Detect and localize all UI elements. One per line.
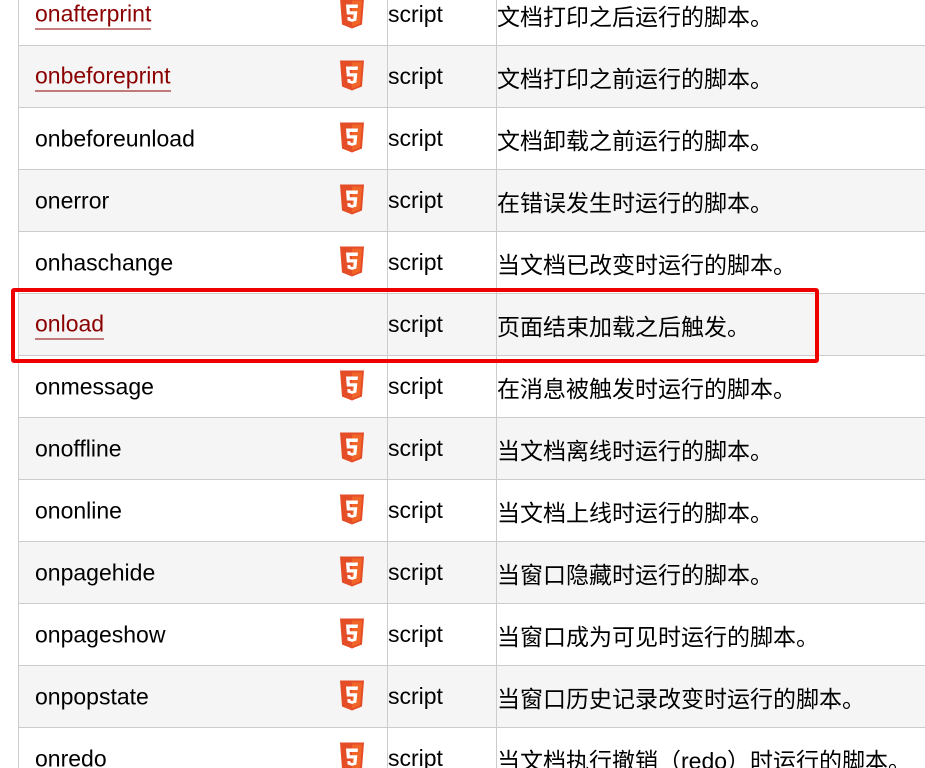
- html5-icon: [340, 184, 364, 214]
- table-row-ononline: ononline script 当文档上线时运行的脚本。: [18, 479, 925, 542]
- html5-icon: [340, 432, 364, 462]
- event-attributes-table: onafterprint script 文档打印之后运行的脚本。 onbefor…: [18, 0, 925, 768]
- attribute-description-cell: 文档卸载之前运行的脚本。: [496, 107, 925, 170]
- attribute-link-onload[interactable]: onload: [35, 310, 105, 339]
- attribute-value-cell: script: [387, 355, 497, 418]
- attribute-value-cell: script: [387, 603, 497, 666]
- attribute-description-cell: 当文档已改变时运行的脚本。: [496, 231, 925, 294]
- table-row-onbeforeunload: onbeforeunload script 文档卸载之前运行的脚本。: [18, 107, 925, 170]
- attribute-name-cell: onoffline: [18, 417, 388, 480]
- attribute-name-onredo: onredo: [35, 745, 107, 768]
- attribute-name-onmessage: onmessage: [35, 373, 154, 399]
- attribute-description-cell: 当文档上线时运行的脚本。: [496, 479, 925, 542]
- attribute-name-cell: onbeforeunload: [18, 107, 388, 170]
- attribute-value-cell: script: [387, 169, 497, 232]
- table-row-onpopstate: onpopstate script 当窗口历史记录改变时运行的脚本。: [18, 665, 925, 728]
- attribute-value-cell: script: [387, 417, 497, 480]
- table-row-onredo: onredo script 当文档执行撤销（redo）时运行的脚本。: [18, 727, 925, 768]
- attribute-description-cell: 在错误发生时运行的脚本。: [496, 169, 925, 232]
- attribute-name-onpageshow: onpageshow: [35, 621, 166, 647]
- html5-icon: [340, 122, 364, 152]
- html5-icon: [340, 618, 364, 648]
- attribute-value-cell: script: [387, 0, 497, 46]
- attribute-name-cell: onhaschange: [18, 231, 388, 294]
- attribute-value-cell: script: [387, 665, 497, 728]
- attribute-name-onpagehide: onpagehide: [35, 559, 156, 585]
- attribute-name-onoffline: onoffline: [35, 435, 122, 461]
- attribute-name-cell: onafterprint: [18, 0, 388, 46]
- attribute-link-onafterprint[interactable]: onafterprint: [35, 0, 152, 29]
- attribute-name-cell: onload: [18, 293, 388, 356]
- html5-icon: [340, 494, 364, 524]
- table-row-onerror: onerror script 在错误发生时运行的脚本。: [18, 169, 925, 232]
- attribute-description-cell: 文档打印之后运行的脚本。: [496, 0, 925, 46]
- attribute-value-cell: script: [387, 479, 497, 542]
- table-row-onmessage: onmessage script 在消息被触发时运行的脚本。: [18, 355, 925, 418]
- attribute-name-cell: onpopstate: [18, 665, 388, 728]
- event-attributes-table-wrapper: onafterprint script 文档打印之后运行的脚本。 onbefor…: [18, 0, 925, 768]
- table-row-onoffline: onoffline script 当文档离线时运行的脚本。: [18, 417, 925, 480]
- html5-icon: [340, 680, 364, 710]
- html5-icon: [340, 246, 364, 276]
- attribute-name-cell: onpagehide: [18, 541, 388, 604]
- html5-icon: [340, 556, 364, 586]
- attribute-value-cell: script: [387, 231, 497, 294]
- attribute-description-cell: 当文档离线时运行的脚本。: [496, 417, 925, 480]
- html5-icon: [340, 370, 364, 400]
- attribute-name-cell: ononline: [18, 479, 388, 542]
- attribute-value-cell: script: [387, 541, 497, 604]
- attribute-description-cell: 页面结束加载之后触发。: [496, 293, 925, 356]
- attribute-name-cell: onpageshow: [18, 603, 388, 666]
- attribute-value-cell: script: [387, 293, 497, 356]
- table-row-onafterprint: onafterprint script 文档打印之后运行的脚本。: [18, 0, 925, 46]
- attribute-name-cell: onbeforeprint: [18, 45, 388, 108]
- table-row-onpagehide: onpagehide script 当窗口隐藏时运行的脚本。: [18, 541, 925, 604]
- attribute-name-ononline: ononline: [35, 497, 122, 523]
- table-row-onload: onload script 页面结束加载之后触发。: [18, 293, 925, 356]
- attribute-value-cell: script: [387, 45, 497, 108]
- attribute-description-cell: 文档打印之前运行的脚本。: [496, 45, 925, 108]
- attribute-description-cell: 当窗口成为可见时运行的脚本。: [496, 603, 925, 666]
- attribute-name-onpopstate: onpopstate: [35, 683, 149, 709]
- attribute-name-onhaschange: onhaschange: [35, 249, 174, 275]
- attribute-description-cell: 当窗口历史记录改变时运行的脚本。: [496, 665, 925, 728]
- html5-icon: [340, 60, 364, 90]
- attribute-description-cell: 当文档执行撤销（redo）时运行的脚本。: [496, 727, 925, 768]
- table-row-onpageshow: onpageshow script 当窗口成为可见时运行的脚本。: [18, 603, 925, 666]
- attribute-name-cell: onmessage: [18, 355, 388, 418]
- table-row-onhaschange: onhaschange script 当文档已改变时运行的脚本。: [18, 231, 925, 294]
- attribute-link-onbeforeprint[interactable]: onbeforeprint: [35, 62, 171, 91]
- attribute-name-onerror: onerror: [35, 187, 110, 213]
- html5-icon: [340, 742, 364, 768]
- table-body: onafterprint script 文档打印之后运行的脚本。 onbefor…: [18, 0, 925, 768]
- attribute-value-cell: script: [387, 727, 497, 768]
- attribute-description-cell: 在消息被触发时运行的脚本。: [496, 355, 925, 418]
- table-row-onbeforeprint: onbeforeprint script 文档打印之前运行的脚本。: [18, 45, 925, 108]
- attribute-value-cell: script: [387, 107, 497, 170]
- attribute-name-cell: onredo: [18, 727, 388, 768]
- html5-icon: [340, 0, 364, 28]
- attribute-name-onbeforeunload: onbeforeunload: [35, 125, 195, 151]
- attribute-description-cell: 当窗口隐藏时运行的脚本。: [496, 541, 925, 604]
- attribute-name-cell: onerror: [18, 169, 388, 232]
